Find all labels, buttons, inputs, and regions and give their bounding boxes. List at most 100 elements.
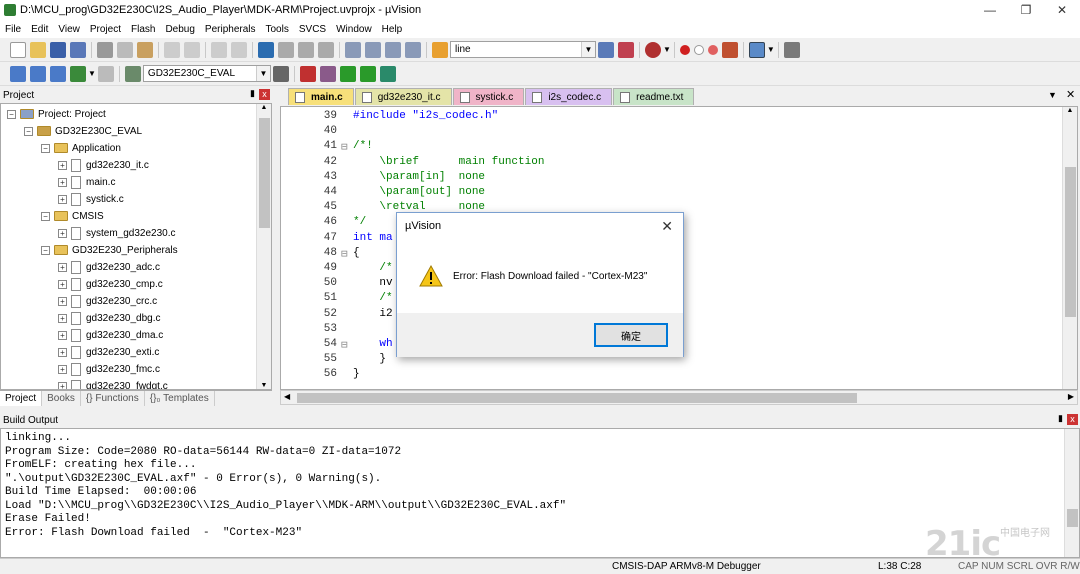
minimize-button[interactable]: —	[972, 0, 1008, 20]
editor-tab[interactable]: readme.txt	[613, 88, 695, 105]
wrench-icon[interactable]	[783, 41, 800, 58]
code-line[interactable]: i2	[353, 308, 392, 320]
tree-node[interactable]: − CMSIS	[41, 208, 104, 224]
tab-books[interactable]: Books	[42, 391, 81, 406]
code-line[interactable]: nv	[353, 277, 392, 289]
collapse-icon[interactable]: −	[41, 211, 50, 221]
menu-flash[interactable]: Flash	[126, 24, 160, 35]
scroll-down-icon[interactable]: ▼	[257, 382, 271, 389]
next-bookmark-icon[interactable]	[298, 41, 314, 58]
expand-icon[interactable]: +	[58, 381, 67, 389]
tree-node[interactable]: + gd32e230_dbg.c	[58, 310, 161, 326]
paste-icon[interactable]	[137, 41, 153, 58]
menu-window[interactable]: Window	[331, 24, 377, 35]
code-line[interactable]: int ma	[353, 232, 393, 244]
cut-icon[interactable]	[97, 41, 113, 58]
scroll-left-icon[interactable]: ◀	[284, 392, 290, 401]
expand-icon[interactable]: +	[58, 330, 67, 340]
expand-icon[interactable]: +	[58, 347, 67, 357]
tree-node[interactable]: + gd32e230_adc.c	[58, 259, 160, 275]
scroll-right-icon[interactable]: ▶	[1068, 392, 1074, 401]
editor-tab[interactable]: main.c	[288, 88, 354, 105]
code-line[interactable]: wh	[353, 338, 392, 350]
editor-tab[interactable]: i2s_codec.c	[525, 88, 613, 105]
tree-node[interactable]: + gd32e230_cmp.c	[58, 276, 163, 292]
scrollbar-thumb[interactable]	[1065, 167, 1076, 317]
close-icon[interactable]: x	[259, 89, 270, 100]
menu-edit[interactable]: Edit	[26, 24, 53, 35]
menu-tools[interactable]: Tools	[261, 24, 294, 35]
code-line[interactable]: */	[353, 216, 366, 228]
find-icon[interactable]	[598, 41, 614, 58]
nav-forward-icon[interactable]	[231, 41, 247, 58]
expand-icon[interactable]: +	[58, 279, 67, 289]
stop-build-icon[interactable]	[97, 65, 114, 82]
open-folder-icon[interactable]	[30, 41, 46, 58]
expand-icon[interactable]: +	[58, 364, 67, 374]
tab-templates[interactable]: {}₀ Templates	[145, 391, 215, 406]
tree-node[interactable]: − GD32E230C_EVAL	[24, 123, 142, 139]
code-line[interactable]: /*!	[353, 140, 373, 152]
tab-project[interactable]: Project	[0, 391, 43, 406]
expand-icon[interactable]: +	[58, 228, 67, 238]
indent-icon[interactable]	[345, 41, 361, 58]
tree-node[interactable]: − GD32E230_Peripherals	[41, 242, 178, 258]
close-icon[interactable]: x	[1067, 414, 1078, 425]
editor-scrollbar[interactable]: ▲	[1062, 107, 1077, 389]
pin-icon[interactable]: ▮	[1058, 413, 1063, 424]
expand-icon[interactable]: +	[58, 313, 67, 323]
chevron-down-icon[interactable]: ▼	[581, 42, 595, 57]
code-line[interactable]: \param[out] none	[353, 186, 485, 198]
debug-start-icon[interactable]	[645, 41, 661, 58]
file-extensions-icon[interactable]	[319, 65, 336, 82]
editor-tab[interactable]: systick.c	[452, 88, 525, 105]
target-combo[interactable]: GD32E230C_EVAL ▼	[142, 65, 271, 82]
tree-node[interactable]: + gd32e230_crc.c	[58, 293, 157, 309]
bookmark-icon[interactable]	[258, 41, 274, 58]
scroll-up-icon[interactable]: ▲	[1063, 107, 1077, 119]
ok-button[interactable]: 确定	[594, 323, 668, 347]
tree-node[interactable]: + gd32e230_fwdgt.c	[58, 378, 168, 389]
build-output[interactable]: linking... Program Size: Code=2080 RO-dat…	[0, 428, 1080, 558]
target-options-icon[interactable]	[272, 65, 289, 82]
tree-node[interactable]: + main.c	[58, 174, 115, 190]
find-in-files-icon[interactable]	[432, 41, 448, 58]
tab-functions[interactable]: {} Functions	[81, 391, 145, 406]
tree-node[interactable]: + gd32e230_dma.c	[58, 327, 163, 343]
tree-node[interactable]: − Application	[41, 140, 121, 156]
menu-project[interactable]: Project	[85, 24, 126, 35]
menu-view[interactable]: View	[53, 24, 85, 35]
code-line[interactable]: \param[in] none	[353, 171, 485, 183]
tree-node[interactable]: + systick.c	[58, 191, 124, 207]
code-line[interactable]: \brief main function	[353, 156, 544, 168]
tab-list-icon[interactable]: ▼	[1048, 90, 1057, 100]
kill-breakpoints-icon[interactable]	[707, 44, 718, 55]
undo-icon[interactable]	[164, 41, 180, 58]
tree-node[interactable]: − Project: Project	[7, 106, 106, 122]
editor-tab[interactable]: gd32e230_it.c	[354, 88, 452, 105]
close-button[interactable]: ✕	[1044, 0, 1080, 20]
uncomment-icon[interactable]	[405, 41, 421, 58]
find-combo[interactable]: line ▼	[450, 41, 596, 58]
breakpoint-icon[interactable]	[679, 44, 690, 55]
save-all-icon[interactable]	[70, 41, 86, 58]
pack-installer-icon[interactable]	[339, 65, 356, 82]
collapse-icon[interactable]: −	[41, 245, 50, 255]
editor-hscrollbar[interactable]: ◀ ▶	[280, 390, 1078, 405]
menu-debug[interactable]: Debug	[160, 24, 199, 35]
window-layout-icon[interactable]	[748, 41, 765, 58]
code-line[interactable]: #include "i2s_codec.h"	[353, 110, 498, 122]
scrollbar-thumb[interactable]	[259, 118, 270, 228]
menu-svcs[interactable]: SVCS	[294, 24, 331, 35]
nav-back-icon[interactable]	[211, 41, 227, 58]
tree-node[interactable]: + gd32e230_fmc.c	[58, 361, 160, 377]
expand-icon[interactable]: +	[58, 262, 67, 272]
expand-icon[interactable]: +	[58, 194, 67, 204]
collapse-icon[interactable]: −	[41, 143, 50, 153]
manage-project-icon[interactable]	[299, 65, 316, 82]
clear-bookmarks-icon[interactable]	[318, 41, 334, 58]
menu-file[interactable]: File	[0, 24, 26, 35]
menu-peripherals[interactable]: Peripherals	[200, 24, 261, 35]
scroll-up-icon[interactable]: ▲	[257, 104, 271, 116]
scrollbar-thumb[interactable]	[297, 393, 857, 403]
